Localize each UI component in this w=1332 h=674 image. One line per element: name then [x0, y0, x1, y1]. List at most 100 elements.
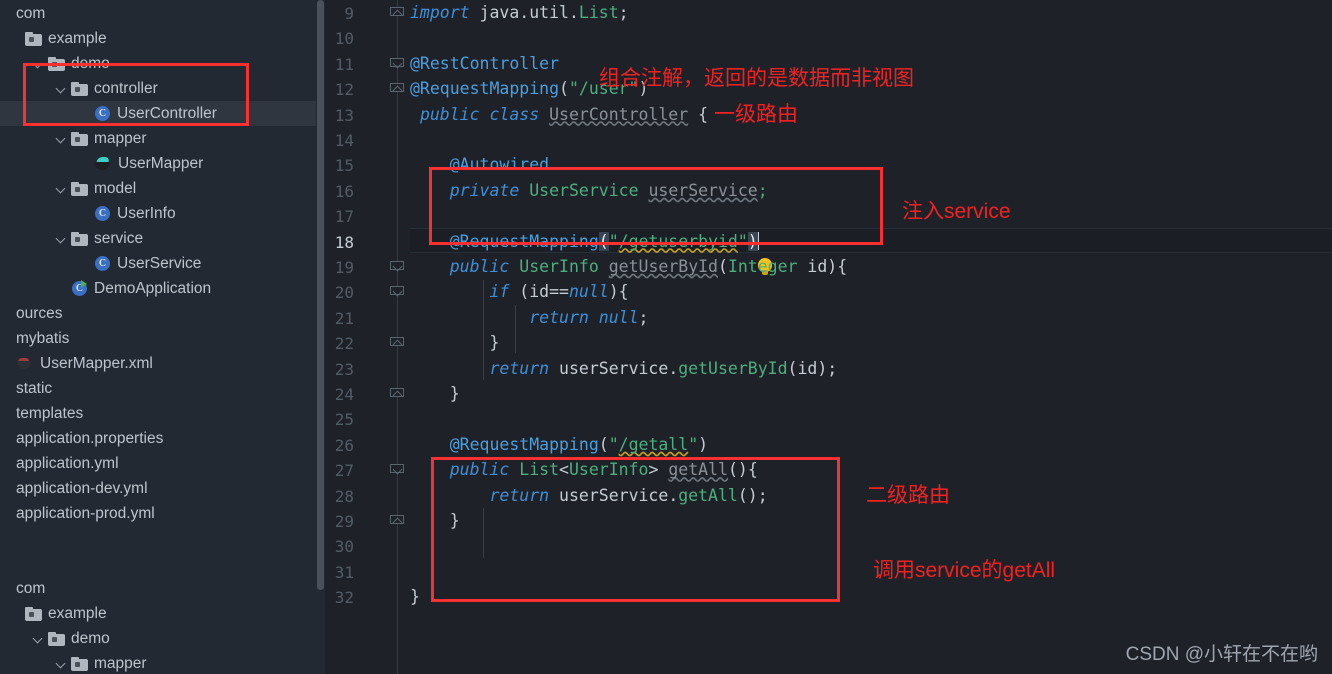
line-number: 17: [334, 207, 354, 227]
line-number: 26: [334, 435, 354, 455]
chevron-placeholder: [78, 257, 91, 270]
code-line-18: @RequestMapping("/getuserbyid"): [449, 231, 759, 251]
annotation-note-5: 调用service的getAll: [873, 559, 1056, 582]
tree-item-com[interactable]: com: [0, 576, 325, 601]
csdn-watermark: CSDN @小轩在不在哟: [1125, 644, 1318, 665]
line-number: 25: [334, 410, 354, 430]
chevron-placeholder: [0, 582, 13, 595]
tree-item-ources[interactable]: ources: [0, 301, 325, 326]
tree-item-label: service: [94, 229, 144, 247]
tree-item-usermapper-xml[interactable]: UserMapper.xml: [0, 351, 325, 376]
tree-item-usercontroller[interactable]: C UserController: [0, 101, 325, 126]
tree-item-label: com: [16, 579, 46, 597]
tree-item-templates[interactable]: templates: [0, 401, 325, 426]
chevron-down-icon[interactable]: [32, 57, 45, 70]
code-line-22: }: [489, 333, 500, 353]
folder-icon: [71, 81, 88, 96]
chevron-down-icon[interactable]: [55, 182, 68, 195]
editor-gutter[interactable]: 9 10 11 12 13 14 15 16 17 18 19 20 21 22 23 24 25 26 27 28 2…: [325, 0, 772, 674]
class-icon: C: [94, 255, 111, 272]
line-number: 19: [334, 258, 354, 277]
tree-item-example[interactable]: example: [0, 601, 325, 626]
chevron-placeholder: [0, 432, 13, 445]
project-tree-panel[interactable]: com example demo controller C UserController m…: [0, 0, 325, 674]
tree-item-label: model: [94, 179, 137, 197]
code-text-area[interactable]: import java.util.List; @RestController @…: [410, 0, 1332, 674]
tree-item-label: UserInfo: [117, 204, 176, 222]
line-number: 32: [334, 588, 354, 608]
folder-icon: [25, 31, 42, 46]
code-line-32: }: [410, 587, 420, 607]
chevron-down-icon[interactable]: [55, 132, 68, 145]
fold-marker-up[interactable]: [390, 335, 405, 350]
tree-item-label: controller: [94, 79, 158, 97]
tree-item-mybatis[interactable]: mybatis: [0, 326, 325, 351]
fold-marker-up[interactable]: [390, 386, 405, 401]
code-line-16: private UserService userService;: [449, 180, 768, 200]
chevron-placeholder: [0, 507, 13, 520]
tree-item-userservice[interactable]: C UserService: [0, 251, 325, 276]
runnable-class-icon: C: [71, 280, 88, 297]
line-number: 14: [334, 131, 354, 150]
chevron-placeholder: [0, 307, 13, 320]
folder-icon: [71, 131, 88, 146]
line-number: 28: [334, 486, 354, 506]
fold-marker-down[interactable]: [390, 56, 405, 71]
code-line-28: return userService.getAll();: [489, 485, 768, 505]
tree-item-application-dev-yml[interactable]: application-dev.yml: [0, 476, 325, 501]
code-line-21: return null;: [529, 307, 649, 327]
tree-item-demo[interactable]: demo: [0, 626, 325, 651]
chevron-placeholder: [0, 7, 13, 20]
fold-marker-down[interactable]: [390, 284, 405, 299]
tree-item-label: UserController: [117, 104, 217, 122]
chevron-placeholder: [0, 482, 13, 495]
fold-marker-down[interactable]: [390, 259, 405, 274]
tree-item-application-yml[interactable]: application.yml: [0, 451, 325, 476]
fold-marker-up[interactable]: [390, 513, 405, 528]
tree-item-demo[interactable]: demo: [0, 51, 325, 76]
tree-item-demoapplication[interactable]: C DemoApplication: [0, 276, 325, 301]
line-number: 16: [334, 181, 354, 201]
tree-item-application-prod-yml[interactable]: application-prod.yml: [0, 501, 325, 526]
chevron-down-icon[interactable]: [32, 632, 45, 645]
tree-item-example[interactable]: example: [0, 26, 325, 51]
tree-item-label: application.yml: [16, 454, 119, 472]
class-icon: C: [94, 205, 111, 222]
tree-item-label: static: [16, 379, 53, 397]
chevron-placeholder: [78, 207, 91, 220]
line-number: 11: [334, 54, 354, 74]
chevron-down-icon[interactable]: [55, 82, 68, 95]
tree-item-userinfo[interactable]: C UserInfo: [0, 201, 325, 226]
tree-item-mapper[interactable]: mapper: [0, 126, 325, 151]
tree-item-label: example: [48, 29, 107, 47]
tree-item-model[interactable]: model: [0, 176, 325, 201]
tree-item-label: ources: [16, 304, 63, 322]
folder-icon: [25, 606, 42, 621]
code-line-23: return userService.getUserById(id);: [489, 358, 838, 378]
tree-item-usermapper[interactable]: UserMapper: [0, 151, 325, 176]
tree-item-label: mapper: [94, 129, 147, 147]
tree-item-label: mybatis: [16, 329, 70, 347]
code-line-9: import java.util.List;: [410, 3, 629, 22]
tree-item-application-properties[interactable]: application.properties: [0, 426, 325, 451]
folder-icon: [71, 181, 88, 196]
code-line-15: @Autowired: [449, 155, 550, 175]
fold-marker-up[interactable]: [390, 81, 405, 96]
code-line-19: public UserInfo getUserById(Integer id){: [449, 257, 848, 276]
chevron-placeholder: [0, 357, 13, 370]
folder-icon: [48, 56, 65, 71]
tree-item-label: application-prod.yml: [16, 504, 155, 522]
tree-item-com[interactable]: com: [0, 1, 325, 26]
chevron-down-icon[interactable]: [55, 657, 68, 670]
chevron-placeholder: [78, 157, 91, 170]
code-line-29: }: [449, 511, 460, 530]
fold-marker-down[interactable]: [390, 462, 405, 477]
fold-marker-up[interactable]: [390, 5, 405, 20]
tree-item-static[interactable]: static: [0, 376, 325, 401]
tree-item-label: demo: [71, 54, 110, 72]
tree-item-service[interactable]: service: [0, 226, 325, 251]
code-editor[interactable]: 9 10 11 12 13 14 15 16 17 18 19 20 21 22 23 24 25 26 27 28 2…: [325, 0, 1332, 674]
chevron-down-icon[interactable]: [55, 232, 68, 245]
tree-item-mapper[interactable]: mapper: [0, 651, 325, 674]
tree-item-controller[interactable]: controller: [0, 76, 325, 101]
